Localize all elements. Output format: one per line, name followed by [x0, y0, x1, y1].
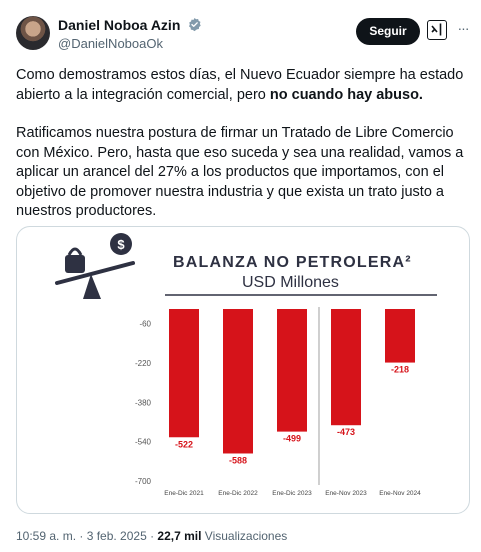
grok-icon[interactable]	[427, 20, 447, 40]
avatar[interactable]	[16, 16, 50, 50]
media-image[interactable]: $ BALANZA NO PETROLERA² USD Millones -60…	[16, 226, 470, 514]
follow-button[interactable]: Seguir	[356, 18, 420, 45]
tweet-paragraph-1-bold: no cuando hay abuso.	[269, 86, 423, 103]
views-count: 22,7 mil	[157, 529, 202, 543]
y-tick-label: -380	[135, 398, 152, 407]
chart-bar	[223, 309, 253, 454]
tweet-paragraph-2: Ratificamos nuestra postura de firmar un…	[16, 125, 464, 219]
chart-title: BALANZA NO PETROLERA²	[173, 254, 412, 271]
tweet-text: Como demostramos estos días, el Nuevo Ec…	[16, 66, 468, 222]
timestamp-row: 10:59 a. m. · 3 feb. 2025 · 22,7 mil Vis…	[16, 529, 287, 543]
chart-bar	[331, 309, 361, 426]
chart-bar	[277, 309, 307, 432]
views-label: Visualizaciones	[201, 529, 288, 543]
author-name[interactable]: Daniel Noboa Azin	[58, 17, 180, 33]
more-options-icon[interactable]: ···	[455, 18, 471, 38]
x-tick-label: Ene-Nov 2024	[379, 490, 421, 497]
balance-scale-icon: $	[55, 233, 135, 299]
x-tick-label: Ene-Dic 2021	[164, 490, 204, 497]
author-handle[interactable]: @DanielNoboaOk	[58, 36, 163, 51]
grok-glyph-icon	[431, 23, 442, 36]
chart-bars: -522 Ene-Dic 2021 -588 Ene-Dic 2022 -499 Ene-…	[164, 309, 421, 497]
bar-value-label: -499	[283, 434, 301, 444]
x-tick-label: Ene-Nov 2023	[325, 490, 367, 497]
bar-value-label: -588	[229, 455, 247, 465]
chart-subtitle: USD Millones	[242, 274, 339, 291]
verified-badge-icon	[189, 17, 201, 32]
chart-bar	[169, 309, 199, 438]
chart-bar	[385, 309, 415, 363]
chart: $ BALANZA NO PETROLERA² USD Millones -60…	[55, 233, 437, 497]
bar-value-label: -218	[391, 365, 409, 375]
timestamp[interactable]: 10:59 a. m. · 3 feb. 2025 ·	[16, 529, 157, 543]
tweet-paragraph-1: Como demostramos estos días, el Nuevo Ec…	[16, 66, 468, 105]
y-tick-label: -220	[135, 359, 152, 368]
y-tick-label: -60	[139, 320, 151, 329]
y-tick-label: -700	[135, 477, 152, 486]
bar-value-label: -473	[337, 427, 355, 437]
x-tick-label: Ene-Dic 2023	[272, 490, 312, 497]
author-name-row[interactable]: Daniel Noboa Azin	[58, 17, 202, 33]
bar-value-label: -522	[175, 439, 193, 449]
x-tick-label: Ene-Dic 2022	[218, 490, 258, 497]
svg-text:$: $	[117, 237, 125, 252]
y-tick-label: -540	[135, 438, 152, 447]
tweet-header: Daniel Noboa Azin @DanielNoboaOk Seguir …	[16, 14, 471, 54]
